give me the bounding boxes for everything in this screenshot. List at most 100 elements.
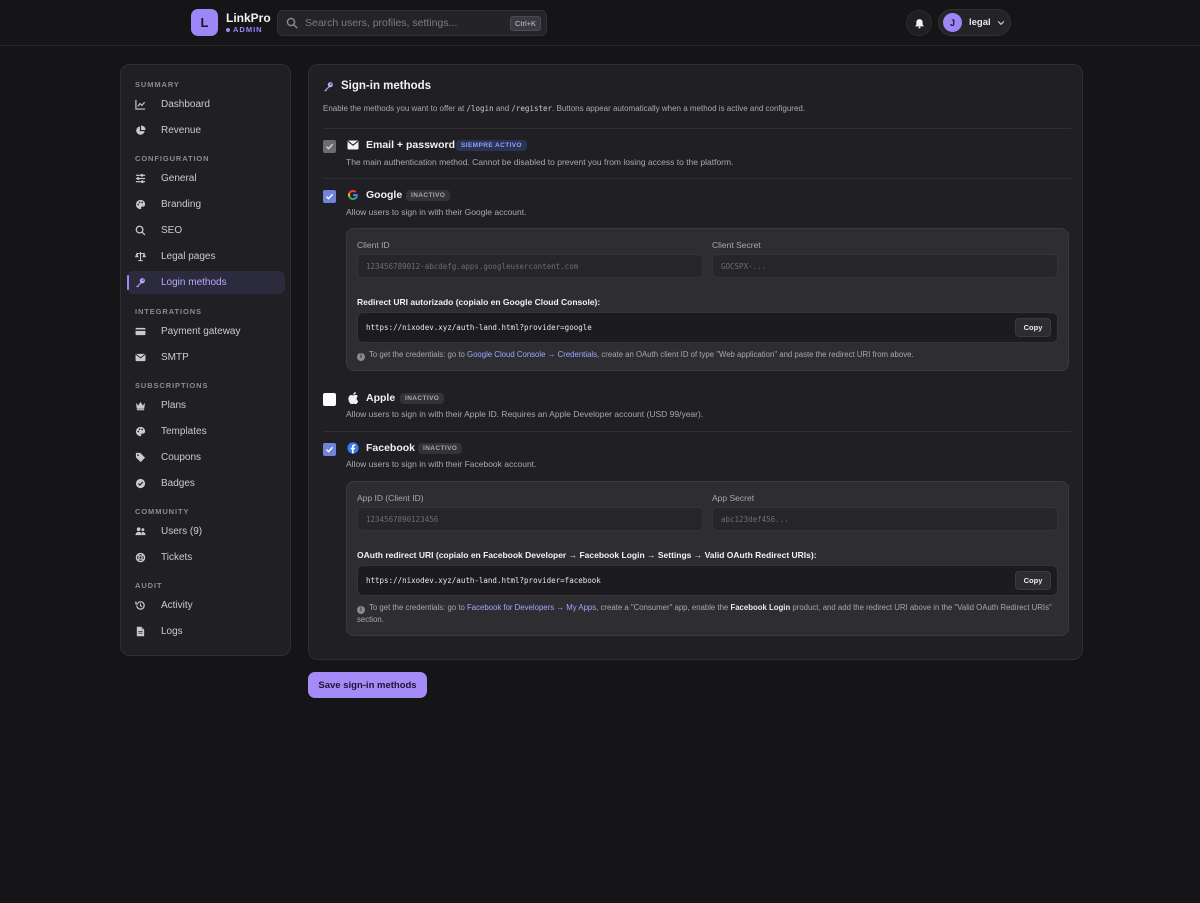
app-id-input[interactable]: 1234567890123456 [357, 507, 703, 531]
sidebar-item-plans[interactable]: Plans [127, 394, 285, 417]
google-checkbox[interactable] [323, 190, 336, 203]
app-secret-label: App Secret [712, 493, 755, 503]
method-name-apple: Apple [366, 392, 396, 404]
check-icon [326, 446, 334, 453]
user-name: legal [969, 17, 991, 28]
facebook-checkbox[interactable] [323, 443, 336, 456]
sidebar-item-legal-pages[interactable]: Legal pages [127, 245, 285, 268]
method-description-facebook: Allow users to sign in with their Facebo… [346, 459, 537, 469]
sign-in-methods-panel: Sign-in methods Enable the methods you w… [308, 64, 1083, 660]
help-text: i To get the credentials: go to Facebook… [357, 603, 1052, 624]
search-icon [135, 225, 146, 236]
google-cloud-console-link[interactable]: Google Cloud Console [467, 350, 545, 359]
avatar: J [943, 13, 962, 32]
redirect-uri-label: OAuth redirect URI (copialo en Facebook … [357, 550, 817, 560]
palette-icon [135, 426, 146, 437]
divider [323, 178, 1071, 179]
search-bar[interactable]: Search users, profiles, settings... Ctrl… [277, 10, 547, 36]
divider [323, 128, 1071, 129]
scale-icon [135, 251, 146, 262]
check-icon [326, 143, 334, 150]
tag-icon [135, 452, 146, 463]
redirect-uri-field[interactable]: https://nixodev.xyz/auth-land.html?provi… [357, 565, 1058, 596]
key-icon [136, 278, 145, 288]
my-apps-link[interactable]: My Apps [566, 603, 596, 612]
sidebar-item-revenue[interactable]: Revenue [127, 119, 285, 142]
email-checkbox[interactable] [323, 140, 336, 153]
credentials-link[interactable]: Credentials [558, 350, 597, 359]
history-icon [135, 601, 145, 610]
sidebar-item-payment-gateway[interactable]: Payment gateway [127, 320, 285, 343]
facebook-developers-link[interactable]: Facebook for Developers [467, 603, 554, 612]
sidebar-item-general[interactable]: General [127, 167, 285, 190]
app-id-label: App ID (Client ID) [357, 493, 424, 503]
envelope-icon [347, 139, 359, 151]
section-title: SUMMARY [135, 80, 180, 89]
method-name-email: Email + password [366, 139, 455, 151]
sidebar-item-login-methods[interactable]: Login methods [127, 271, 285, 294]
method-description-email: The main authentication method. Cannot b… [346, 157, 734, 167]
bell-icon [914, 18, 924, 29]
sidebar-item-coupons[interactable]: Coupons [127, 446, 285, 469]
sidebar-item-dashboard[interactable]: Dashboard [127, 93, 285, 116]
key-icon [324, 81, 333, 91]
sidebar-item-branding[interactable]: Branding [127, 193, 285, 216]
sidebar-item-badges[interactable]: Badges [127, 472, 285, 495]
client-secret-input[interactable]: GOCSPX-... [712, 254, 1058, 278]
facebook-config-box: App ID (Client ID) 1234567890123456 App … [346, 481, 1069, 636]
chart-line-icon [135, 99, 146, 110]
credit-card-icon [135, 327, 146, 336]
sidebar: SUMMARY Dashboard Revenue CONFIGURATION … [120, 64, 291, 656]
notifications-button[interactable] [906, 10, 932, 36]
method-name-facebook: Facebook [366, 442, 416, 454]
apple-checkbox[interactable] [323, 393, 336, 406]
help-text: i To get the credentials: go to Google C… [357, 349, 1057, 361]
status-badge: INACTIVO [418, 443, 463, 454]
sidebar-item-logs[interactable]: Logs [127, 620, 285, 643]
sidebar-item-templates[interactable]: Templates [127, 420, 285, 443]
divider [323, 431, 1071, 432]
info-icon: i [357, 353, 365, 361]
method-name-google: Google [366, 189, 403, 201]
search-shortcut: Ctrl+K [509, 15, 541, 31]
app-secret-input[interactable]: abc123def456... [712, 507, 1058, 531]
google-config-box: Client ID 123456789012-abcdefg.apps.goog… [346, 228, 1069, 371]
method-description-apple: Allow users to sign in with their Apple … [346, 409, 704, 419]
copy-button[interactable]: Copy [1015, 571, 1051, 590]
apple-icon [347, 392, 359, 404]
envelope-icon [135, 353, 146, 362]
sidebar-item-tickets[interactable]: Tickets [127, 546, 285, 569]
section-title: CONFIGURATION [135, 154, 210, 163]
search-icon [286, 17, 298, 29]
section-title: SUBSCRIPTIONS [135, 381, 209, 390]
section-title: INTEGRATIONS [135, 307, 202, 316]
top-bar: L LinkPro ADMIN Search users, profiles, … [0, 0, 1200, 46]
crown-icon [135, 401, 146, 411]
redirect-uri-field[interactable]: https://nixodev.xyz/auth-land.html?provi… [357, 312, 1058, 343]
brand-subtitle: ADMIN [226, 25, 263, 34]
sidebar-item-activity[interactable]: Activity [127, 594, 285, 617]
client-secret-label: Client Secret [712, 240, 761, 250]
file-icon [136, 626, 145, 637]
method-description-google: Allow users to sign in with their Google… [346, 207, 527, 217]
lifebuoy-icon [135, 552, 146, 563]
logo[interactable]: L [191, 9, 218, 36]
user-menu[interactable]: J legal [938, 9, 1011, 36]
facebook-icon [347, 442, 359, 454]
search-input[interactable]: Search users, profiles, settings... [305, 17, 510, 29]
copy-button[interactable]: Copy [1015, 318, 1051, 337]
sidebar-item-seo[interactable]: SEO [127, 219, 285, 242]
info-icon: i [357, 606, 365, 614]
redirect-uri-value: https://nixodev.xyz/auth-land.html?provi… [366, 576, 601, 585]
section-title: COMMUNITY [135, 507, 190, 516]
status-badge: SIEMPRE ACTIVO [456, 140, 527, 151]
chevron-down-icon [997, 20, 1004, 25]
sidebar-item-users[interactable]: Users (9) [127, 520, 285, 543]
sliders-icon [135, 173, 146, 184]
save-button[interactable]: Save sign-in methods [308, 672, 427, 698]
check-badge-icon [135, 478, 146, 489]
palette-icon [135, 199, 146, 210]
sidebar-item-smtp[interactable]: SMTP [127, 346, 285, 369]
status-badge: INACTIVO [400, 393, 445, 404]
client-id-input[interactable]: 123456789012-abcdefg.apps.googleusercont… [357, 254, 703, 278]
